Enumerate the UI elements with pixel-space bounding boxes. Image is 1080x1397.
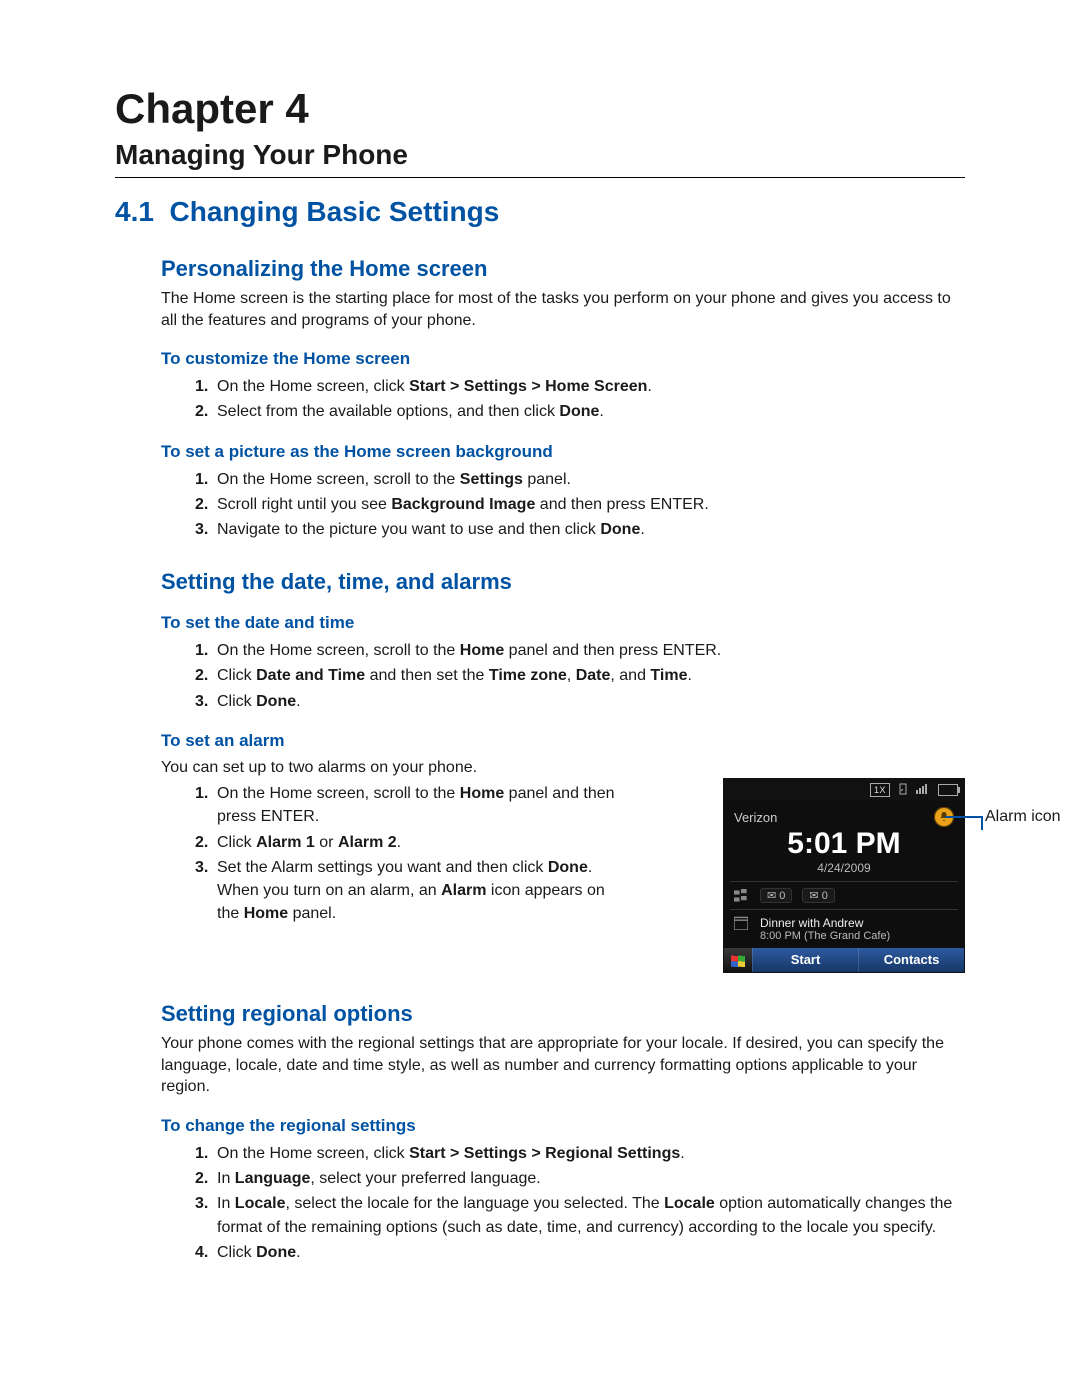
regional-steps: 1.On the Home screen, click Start > Sett… [195,1142,965,1264]
list-item: 1.On the Home screen, scroll to the Home… [195,782,615,828]
phone-icon [898,783,908,798]
list-item: 1.On the Home screen, scroll to the Home… [195,639,965,662]
phone-softkeys: Start Contacts [724,948,964,972]
alarm-figure: 1X Verizon 5:01 PM 4/24/2009 [723,778,965,973]
phone-time: 5:01 PM [724,827,964,861]
chapter-title: Managing Your Phone [115,139,965,171]
list-item: 2.Scroll right until you see Background … [195,493,965,516]
list-item: 3.In Locale, select the locale for the l… [195,1192,965,1238]
carrier-label: Verizon [734,810,777,825]
event-subtitle: 8:00 PM (The Grand Cafe) [724,930,964,948]
list-item: 1.On the Home screen, click Start > Sett… [195,375,965,398]
phone-panel-row: ✉ 0 ✉ 0 [724,882,964,909]
list-item: 4.Click Done. [195,1241,965,1264]
to-set-alarm-heading: To set an alarm [161,731,965,751]
subsection-regional: Setting regional options [161,1001,965,1027]
list-item: 2.In Language, select your preferred lan… [195,1167,965,1190]
battery-icon [938,784,958,796]
to-set-dt-heading: To set the date and time [161,613,965,633]
callout-line [945,816,983,830]
subsection-datetime: Setting the date, time, and alarms [161,569,965,595]
list-item: 2.Click Date and Time and then set the T… [195,664,965,687]
list-item: 2.Select from the available options, and… [195,400,965,423]
to-set-background-heading: To set a picture as the Home screen back… [161,442,965,462]
list-item: 3.Set the Alarm settings you want and th… [195,856,615,926]
signal-type: 1X [870,783,890,797]
chapter-label: Chapter 4 [115,85,965,133]
setdt-steps: 1.On the Home screen, scroll to the Home… [195,639,965,713]
mail-count: ✉ 0 [802,888,834,903]
regional-intro: Your phone comes with the regional setti… [161,1033,965,1098]
windows-icon [732,889,750,903]
list-item: 2.Click Alarm 1 or Alarm 2. [195,831,615,854]
phone-status-bar: 1X [724,779,964,801]
personalizing-intro: The Home screen is the starting place fo… [161,288,965,331]
windows-flag-icon [724,948,752,972]
subsection-personalizing: Personalizing the Home screen [161,256,965,282]
to-change-regional-heading: To change the regional settings [161,1116,965,1136]
list-item: 1.On the Home screen, click Start > Sett… [195,1142,965,1165]
event-title: Dinner with Andrew [760,916,863,930]
phone-date: 4/24/2009 [724,861,964,881]
customize-steps: 1.On the Home screen, click Start > Sett… [195,375,965,423]
list-item: 1.On the Home screen, scroll to the Sett… [195,468,965,491]
message-count: ✉ 0 [760,888,792,903]
alarm-steps: 1.On the Home screen, scroll to the Home… [195,782,615,925]
section-title: Changing Basic Settings [170,196,500,227]
alarm-intro: You can set up to two alarms on your pho… [161,757,965,779]
callout-label: Alarm icon [985,808,1061,826]
softkey-contacts: Contacts [858,948,964,972]
list-item: 3.Click Done. [195,690,965,713]
calendar-icon [732,916,750,930]
to-customize-heading: To customize the Home screen [161,349,965,369]
background-steps: 1.On the Home screen, scroll to the Sett… [195,468,965,542]
section-heading: 4.1 Changing Basic Settings [115,196,965,228]
phone-screenshot: 1X Verizon 5:01 PM 4/24/2009 [723,778,965,973]
softkey-start: Start [752,948,858,972]
list-item: 3.Navigate to the picture you want to us… [195,518,965,541]
signal-bars-icon [916,784,930,797]
section-number: 4.1 [115,196,154,227]
heading-rule [115,177,965,178]
document-page: Chapter 4 Managing Your Phone 4.1 Changi… [0,0,1080,1397]
